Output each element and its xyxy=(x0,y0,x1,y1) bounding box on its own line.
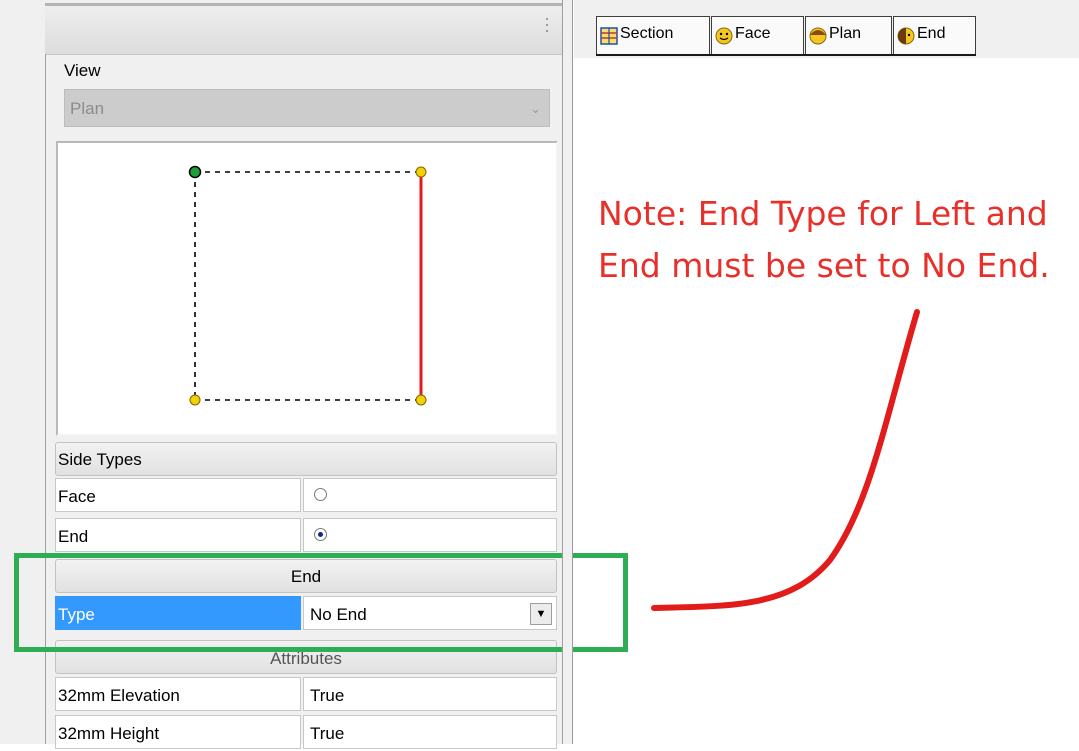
annotation-arrow xyxy=(651,309,920,611)
